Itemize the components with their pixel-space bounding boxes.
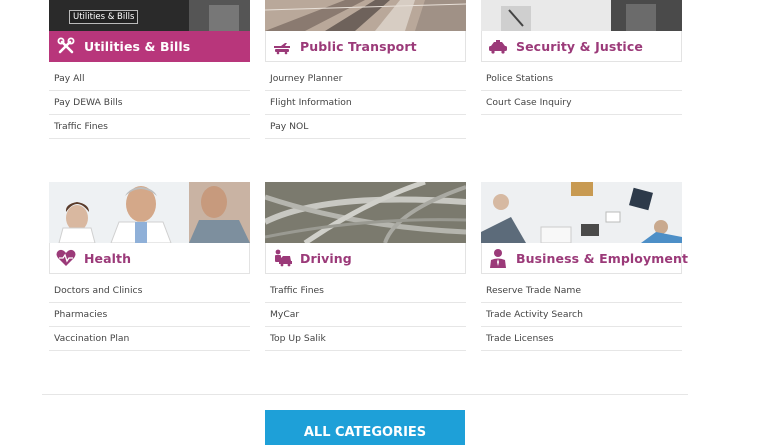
- category-link[interactable]: Traffic Fines: [265, 279, 466, 303]
- category-title: Driving: [300, 250, 352, 266]
- metro-photo: [265, 0, 466, 31]
- category-link[interactable]: Vaccination Plan: [49, 327, 250, 351]
- meeting-photo: [481, 182, 682, 243]
- tooltip: Utilities & Bills: [69, 10, 139, 24]
- category-title: Health: [84, 250, 132, 266]
- driver-icon: [272, 248, 292, 268]
- category-link[interactable]: Court Case Inquiry: [481, 91, 682, 115]
- category-links: Reserve Trade Name Trade Activity Search…: [481, 279, 682, 351]
- category-link[interactable]: Pay DEWA Bills: [49, 91, 250, 115]
- category-card-security-justice[interactable]: Security & Justice Police Stations Court…: [481, 0, 682, 115]
- category-title: Public Transport: [300, 38, 417, 54]
- category-links: Journey Planner Flight Information Pay N…: [265, 67, 466, 139]
- category-card-business-employment[interactable]: Business & Employment Reserve Trade Name…: [481, 182, 688, 351]
- office-photo: [481, 0, 682, 31]
- category-links: Traffic Fines MyCar Top Up Salik: [265, 279, 466, 351]
- category-title: Utilities & Bills: [84, 38, 191, 54]
- category-link[interactable]: Doctors and Clinics: [49, 279, 250, 303]
- businessman-icon: [488, 248, 508, 268]
- category-card-driving[interactable]: Driving Traffic Fines MyCar Top Up Salik: [265, 182, 466, 351]
- category-image[interactable]: [49, 182, 250, 243]
- category-link[interactable]: Trade Activity Search: [481, 303, 682, 327]
- category-header[interactable]: Health: [49, 243, 250, 274]
- category-card-public-transport[interactable]: Public Transport Journey Planner Flight …: [265, 0, 466, 139]
- category-title: Business & Employment: [516, 250, 689, 266]
- category-link[interactable]: Flight Information: [265, 91, 466, 115]
- category-link[interactable]: Pharmacies: [49, 303, 250, 327]
- category-link[interactable]: Traffic Fines: [49, 115, 250, 139]
- category-link[interactable]: Trade Licenses: [481, 327, 682, 351]
- section-divider: [42, 394, 688, 395]
- category-header[interactable]: Business & Employment: [481, 243, 688, 274]
- category-link[interactable]: Reserve Trade Name: [481, 279, 682, 303]
- category-link[interactable]: MyCar: [265, 303, 466, 327]
- category-image[interactable]: [265, 182, 466, 243]
- category-image[interactable]: [481, 0, 682, 31]
- doctors-photo: [49, 182, 250, 243]
- category-links: Pay All Pay DEWA Bills Traffic Fines: [49, 67, 250, 139]
- category-header[interactable]: Security & Justice: [481, 31, 682, 62]
- category-card-utilities[interactable]: Utilities & Bills Utilities & Bills Pay …: [49, 0, 250, 139]
- police-car-icon: [488, 36, 508, 56]
- category-header[interactable]: Driving: [265, 243, 466, 274]
- category-card-health[interactable]: Health Doctors and Clinics Pharmacies Va…: [49, 182, 250, 351]
- category-link[interactable]: Top Up Salik: [265, 327, 466, 351]
- tools-icon: [56, 36, 76, 56]
- category-image[interactable]: Utilities & Bills: [49, 0, 250, 31]
- category-image[interactable]: [265, 0, 466, 31]
- category-links: Doctors and Clinics Pharmacies Vaccinati…: [49, 279, 250, 351]
- category-header[interactable]: Public Transport: [265, 31, 466, 62]
- category-links: Police Stations Court Case Inquiry: [481, 67, 682, 115]
- transport-icon: [272, 36, 292, 56]
- heart-pulse-icon: [56, 248, 76, 268]
- category-title: Security & Justice: [516, 38, 643, 54]
- category-link[interactable]: Journey Planner: [265, 67, 466, 91]
- category-link[interactable]: Pay NOL: [265, 115, 466, 139]
- category-image[interactable]: [481, 182, 682, 243]
- all-categories-button[interactable]: ALL CATEGORIES: [265, 410, 465, 445]
- category-link[interactable]: Pay All: [49, 67, 250, 91]
- category-link[interactable]: Police Stations: [481, 67, 682, 91]
- category-header[interactable]: Utilities & Bills: [49, 31, 250, 62]
- highway-photo: [265, 182, 466, 243]
